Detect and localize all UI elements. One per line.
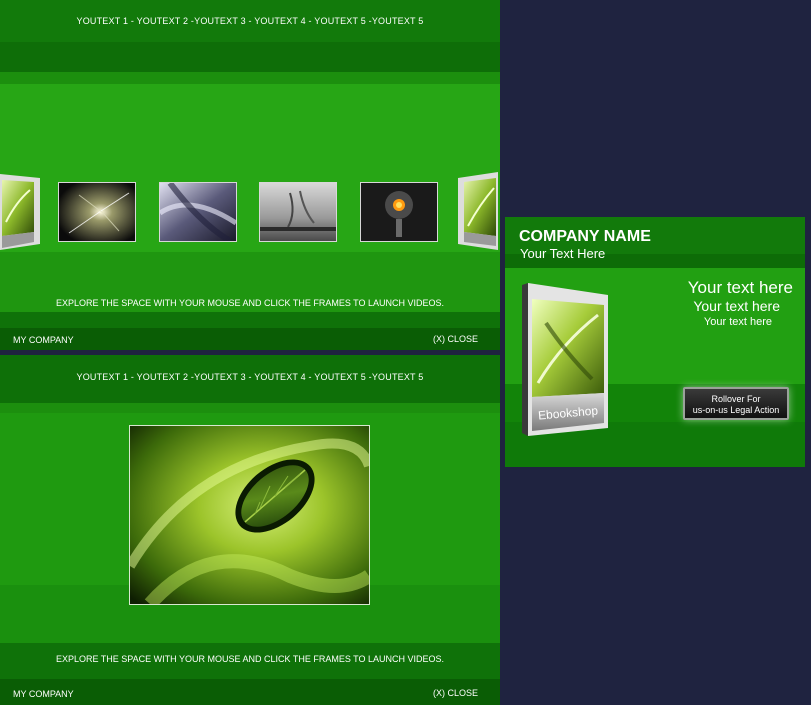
gallery-prev-box[interactable] [0,172,40,250]
explore-instructions: EXPLORE THE SPACE WITH YOUR MOUSE AND CL… [55,654,445,664]
rollover-line-1: Rollover For [711,394,761,404]
footer-band-light [0,312,500,328]
close-button[interactable]: (X) CLOSE [433,334,478,344]
subheadline-text: Your text here [693,298,780,314]
close-button[interactable]: (X) CLOSE [433,688,478,698]
video-thumb-3[interactable] [259,182,337,242]
product-banner-card: COMPANY NAME Your Text Here Ebookshop Yo… [505,217,805,467]
company-name: COMPANY NAME [519,228,651,245]
rollover-button[interactable]: Rollover For us-on-us Legal Action [683,387,789,420]
rollover-line-2: us-on-us Legal Action [692,405,780,415]
video-player-panel-bottom: YOUTEXT 1 - YOUTEXT 2 -YOUTEXT 3 - YOUTE… [0,355,500,705]
video-thumb-1[interactable] [58,182,136,242]
video-gallery-panel-top: YOUTEXT 1 - YOUTEXT 2 -YOUTEXT 3 - YOUTE… [0,0,500,350]
headline-text: Your text here [687,278,793,297]
gallery-next-box[interactable] [458,172,498,250]
company-label: MY COMPANY [13,335,74,345]
footer-band [0,328,500,350]
company-label: MY COMPANY [13,689,74,699]
ebook-box-icon[interactable]: Ebookshop [522,283,610,438]
card-subtitle: Your Text Here [520,246,606,261]
video-thumb-4[interactable] [360,182,438,242]
nav-links[interactable]: YOUTEXT 1 - YOUTEXT 2 -YOUTEXT 3 - YOUTE… [0,372,500,382]
footer-band [0,679,500,705]
small-text: Your text here [703,316,772,328]
explore-instructions: EXPLORE THE SPACE WITH YOUR MOUSE AND CL… [55,298,445,308]
video-thumb-2[interactable] [159,182,237,242]
nav-links[interactable]: YOUTEXT 1 - YOUTEXT 2 -YOUTEXT 3 - YOUTE… [0,16,500,26]
video-preview-image[interactable] [129,425,370,605]
header-band-dark [0,42,500,72]
